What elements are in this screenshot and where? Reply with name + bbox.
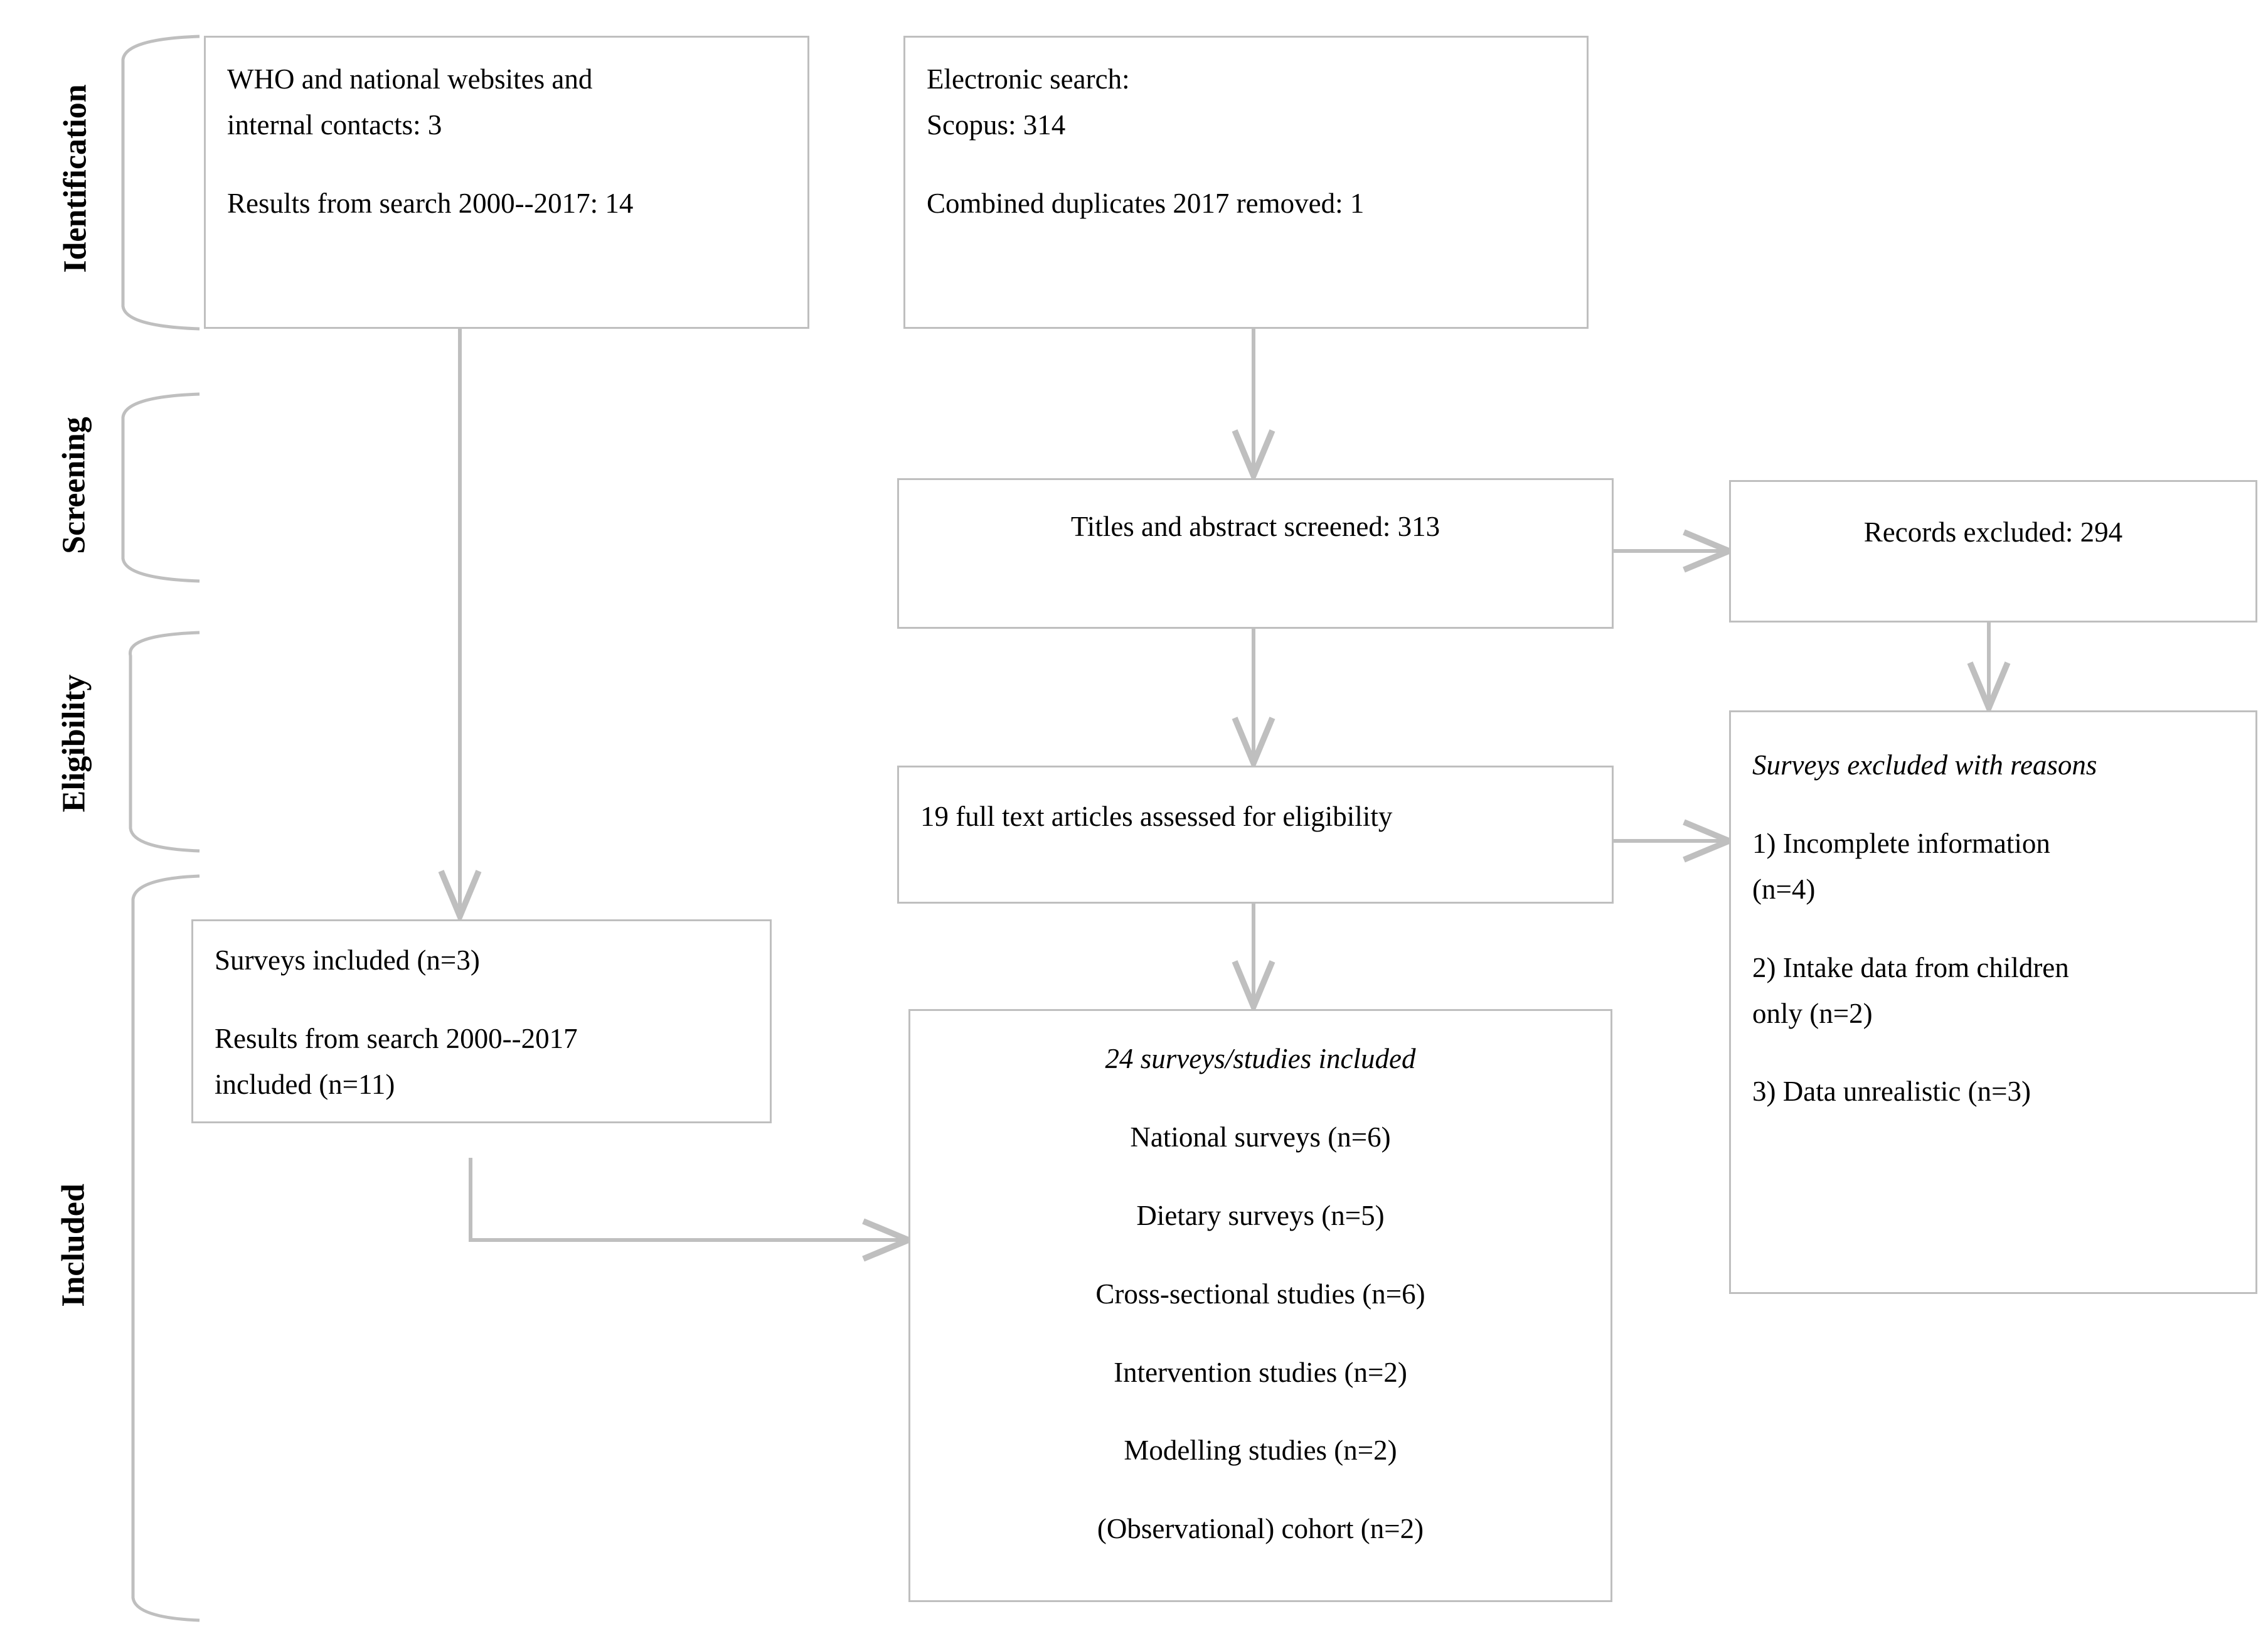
arrow-leftincluded-to-studies	[469, 1158, 917, 1262]
studies-included-item-3: Intervention studies (n=2)	[1114, 1356, 1407, 1388]
manual-sources-line2: internal contacts: 3	[227, 109, 442, 141]
electronic-search-line2: Scopus: 314	[927, 109, 1066, 141]
box-surveys-excluded-reasons: Surveys excluded with reasons 1) Incompl…	[1729, 710, 2257, 1294]
surveys-excluded-reason-2: 2) Intake data from children	[1752, 951, 2069, 983]
studies-included-item-2: Cross-sectional studies (n=6)	[1095, 1278, 1425, 1310]
surveys-included-line3: included (n=11)	[215, 1068, 395, 1100]
surveys-excluded-reason-1-count: (n=4)	[1752, 873, 1816, 905]
studies-included-item-4: Modelling studies (n=2)	[1124, 1435, 1397, 1467]
records-excluded-line1: Records excluded: 294	[1863, 516, 2123, 548]
bracket-identification	[121, 35, 200, 331]
titles-screened-line1: Titles and abstract screened: 313	[1070, 511, 1440, 542]
phase-label-screening-text: Screening	[56, 417, 92, 554]
bracket-screening	[121, 392, 200, 583]
surveys-included-line2: Results from search 2000--2017	[215, 1022, 578, 1054]
electronic-search-line1: Electronic search:	[927, 63, 1130, 95]
electronic-search-line3: Combined duplicates 2017 removed: 1	[927, 187, 1365, 219]
box-records-excluded: Records excluded: 294	[1729, 480, 2257, 623]
box-electronic-search: Electronic search: Scopus: 314 Combined …	[903, 36, 1589, 329]
phase-label-screening: Screening	[56, 398, 93, 574]
box-fulltext-assessed: 19 full text articles assessed for eligi…	[897, 766, 1614, 904]
manual-sources-line1: WHO and national websites and	[227, 63, 593, 95]
studies-included-item-5: (Observational) cohort (n=2)	[1097, 1513, 1424, 1545]
bracket-eligibility	[129, 631, 200, 853]
box-titles-screened: Titles and abstract screened: 313	[897, 478, 1614, 629]
studies-included-item-0: National surveys (n=6)	[1130, 1121, 1391, 1153]
surveys-excluded-reason-1: 1) Incomplete information	[1752, 827, 2050, 859]
phase-label-included-text: Included	[55, 1184, 92, 1307]
surveys-excluded-reason-2-count: only (n=2)	[1752, 997, 1873, 1029]
surveys-excluded-reason-3: 3) Data unrealistic (n=3)	[1752, 1076, 2031, 1108]
studies-included-item-1: Dietary surveys (n=5)	[1136, 1199, 1385, 1231]
box-manual-sources: WHO and national websites and internal c…	[204, 36, 809, 329]
prisma-flow-diagram: Identification Screening Eligibility Inc…	[0, 0, 2268, 1641]
bracket-included	[131, 874, 200, 1622]
surveys-excluded-heading: Surveys excluded with reasons	[1752, 749, 2097, 781]
box-surveys-included-left: Surveys included (n=3) Results from sear…	[191, 919, 772, 1123]
phase-label-eligibility: Eligibility	[56, 656, 93, 831]
surveys-included-line1: Surveys included (n=3)	[215, 944, 480, 976]
studies-included-heading: 24 surveys/studies included	[1105, 1043, 1416, 1074]
fulltext-line1: 19 full text articles assessed for eligi…	[920, 801, 1393, 832]
phase-label-eligibility-text: Eligibility	[56, 674, 92, 813]
box-studies-included: 24 surveys/studies included National sur…	[908, 1009, 1612, 1602]
manual-sources-line3: Results from search 2000--2017: 14	[227, 187, 634, 219]
phase-label-identification-text: Identification	[57, 84, 93, 273]
phase-label-identification: Identification	[57, 78, 94, 279]
phase-label-included: Included	[55, 1155, 92, 1337]
